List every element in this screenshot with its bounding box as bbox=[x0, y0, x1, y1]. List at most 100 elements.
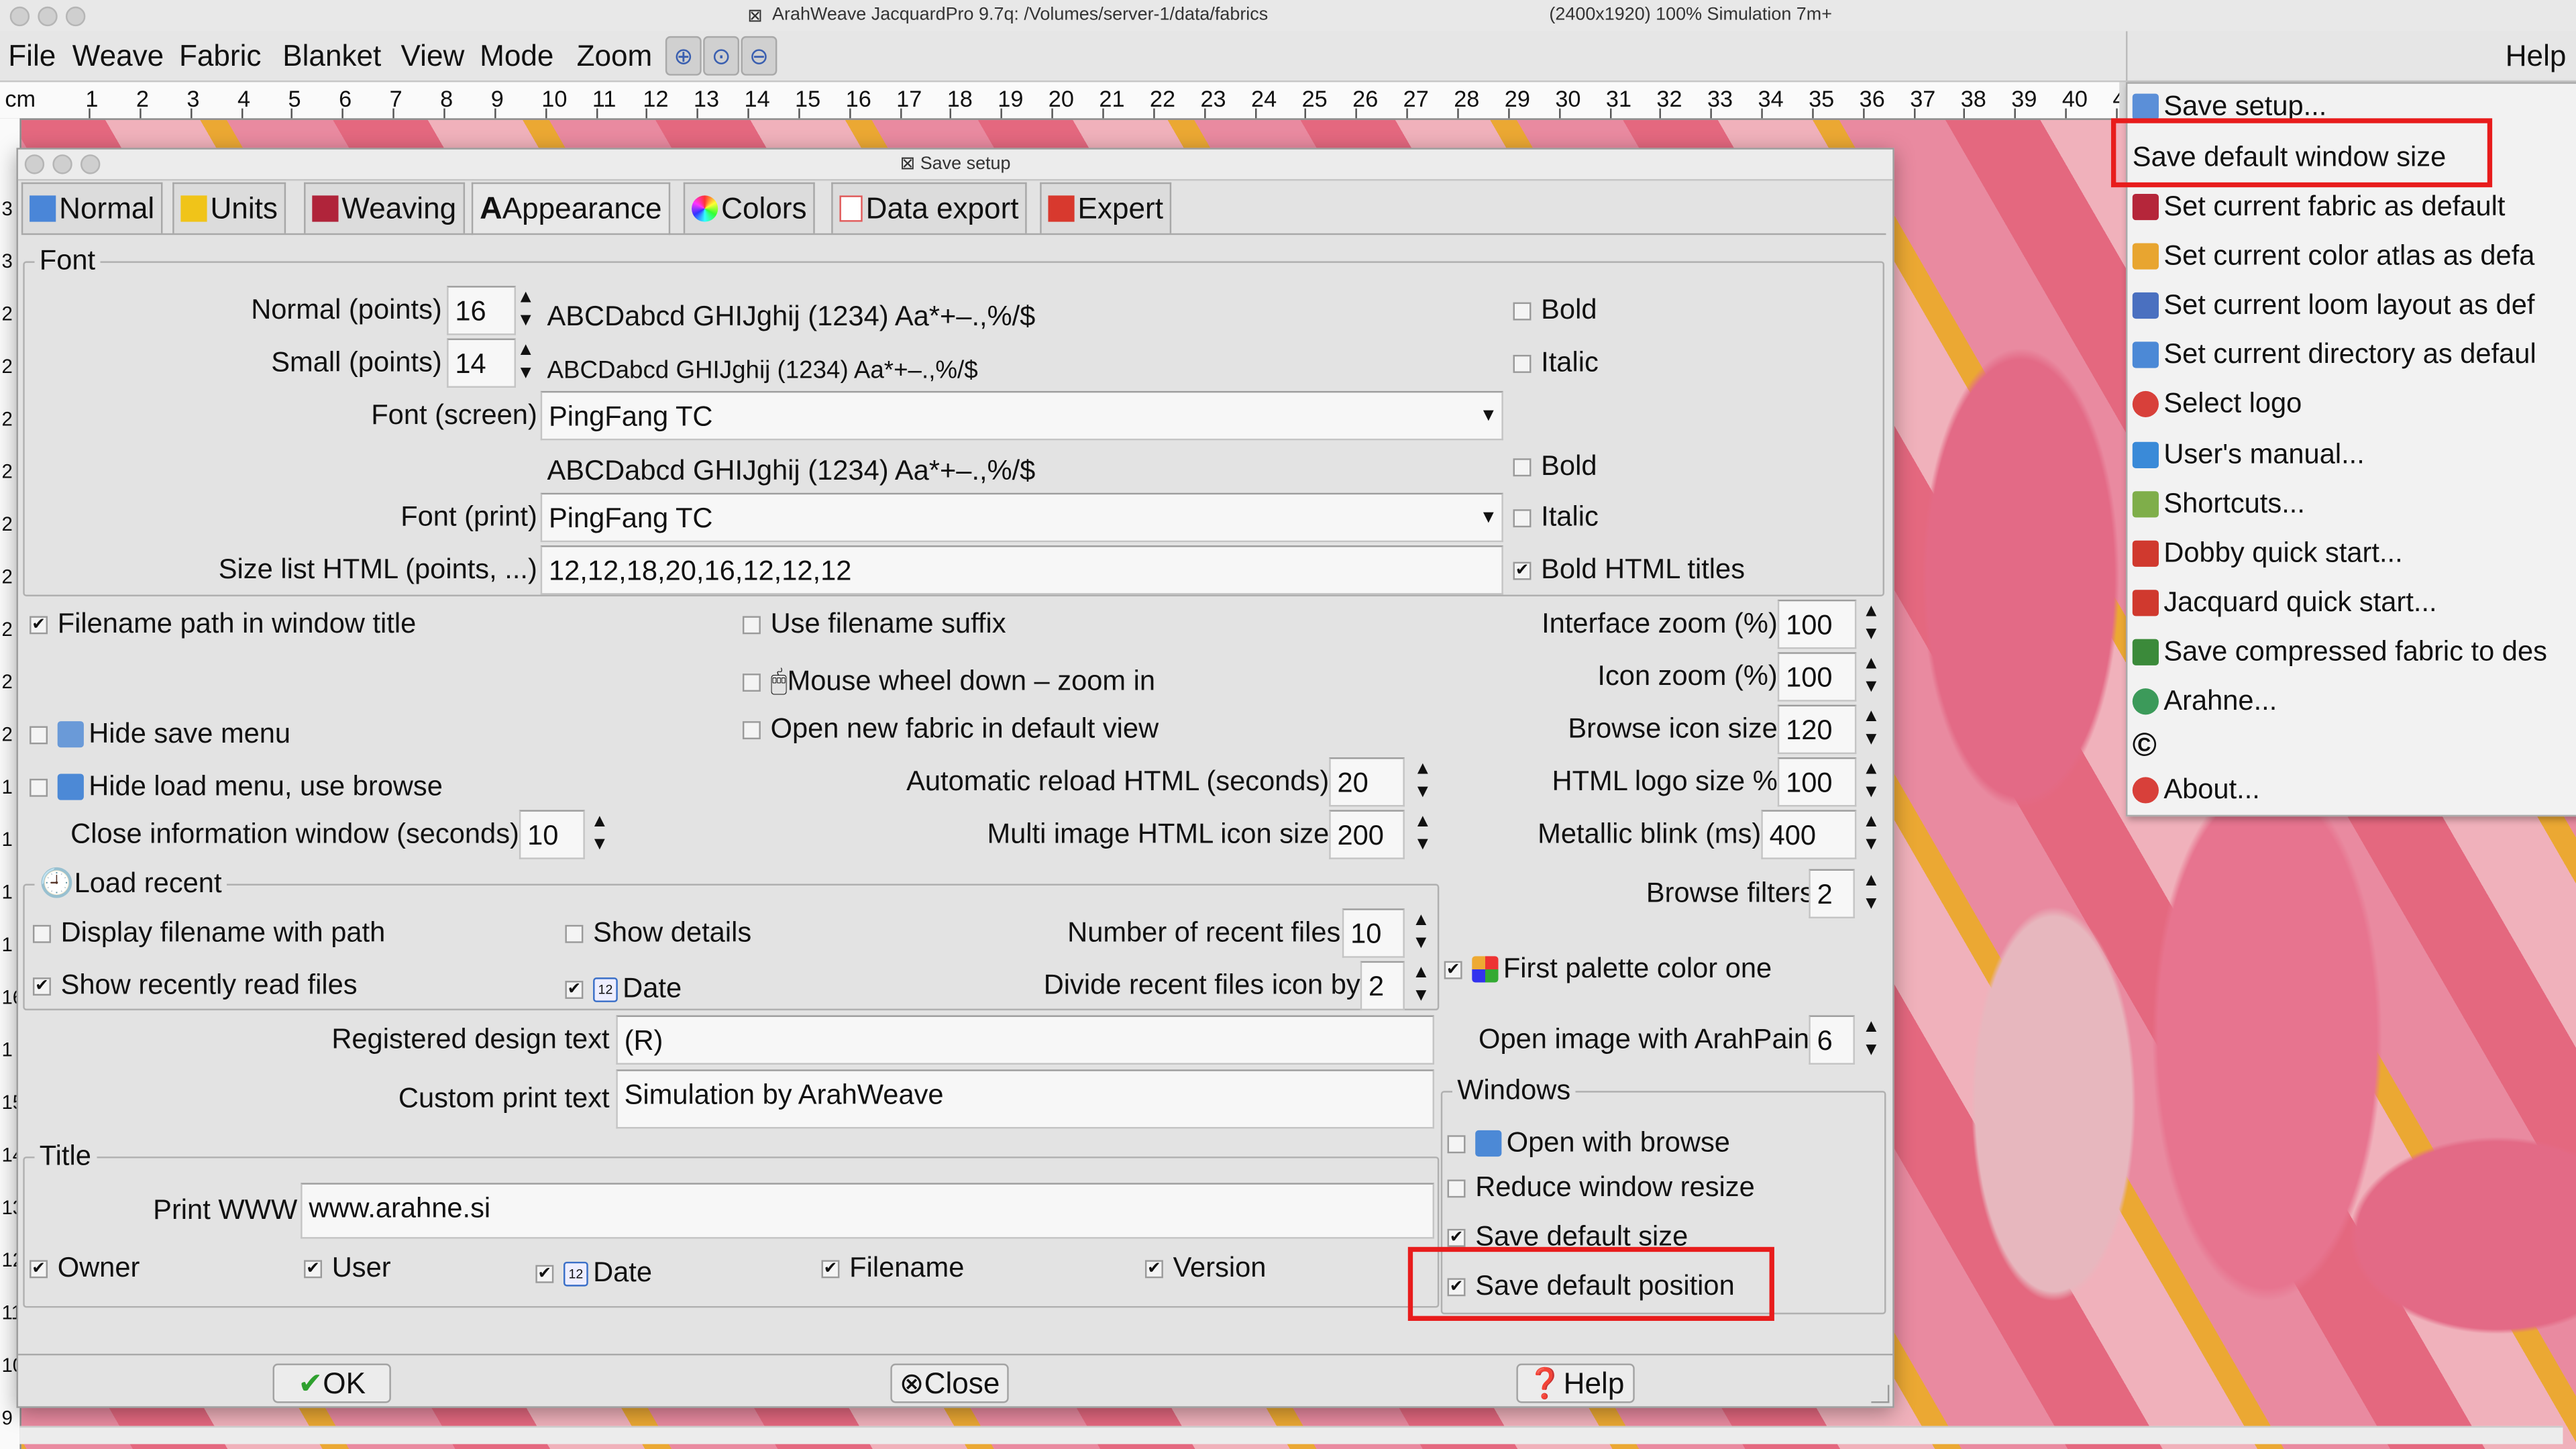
bold-checkbox-2[interactable]: Bold bbox=[1513, 450, 1597, 483]
menu-item-jacquard-quick-start[interactable]: Jacquard quick start... bbox=[2132, 580, 2437, 626]
hide-load-menu-checkbox[interactable]: Hide load menu, use browse bbox=[30, 771, 443, 804]
menu-zoom[interactable]: Zoom bbox=[577, 40, 653, 74]
window-zoom-dot[interactable] bbox=[65, 6, 86, 27]
close-info-input[interactable]: 10 bbox=[519, 810, 585, 859]
browse-filters-input[interactable]: 2 bbox=[1809, 869, 1855, 918]
menu-item-save-compressed-fabric[interactable]: Save compressed fabric to des bbox=[2132, 629, 2547, 676]
filename-path-checkbox[interactable]: ✔ Filename path in window title bbox=[30, 608, 416, 641]
close-info-stepper[interactable]: ▲ ▼ bbox=[588, 810, 611, 859]
filename-checkbox[interactable]: ✔ Filename bbox=[821, 1252, 964, 1285]
size-list-input[interactable]: 12,12,18,20,16,12,12,12 bbox=[540, 545, 1503, 595]
bold-html-titles-checkbox[interactable]: ✔ Bold HTML titles bbox=[1513, 553, 1745, 586]
menu-view[interactable]: View bbox=[401, 40, 465, 74]
tab-data-export[interactable]: Data export bbox=[831, 182, 1027, 233]
normal-points-stepper[interactable]: ▲ ▼ bbox=[515, 286, 537, 335]
small-points-stepper[interactable]: ▲ ▼ bbox=[515, 338, 537, 387]
display-path-checkbox[interactable]: Display filename with path bbox=[32, 917, 385, 950]
italic-checkbox-2[interactable]: Italic bbox=[1513, 501, 1599, 534]
open-arahpaint-stepper[interactable]: ▲ ▼ bbox=[1860, 1015, 1882, 1064]
menu-item-set-fabric-default[interactable]: Set current fabric as default bbox=[2132, 184, 2505, 230]
registered-design-input[interactable]: (R) bbox=[616, 1015, 1434, 1065]
menu-mode[interactable]: Mode bbox=[480, 40, 553, 74]
auto-reload-stepper[interactable]: ▲ ▼ bbox=[1411, 757, 1434, 806]
zoom-reset-icon[interactable]: ⊙ bbox=[703, 36, 740, 76]
version-checkbox[interactable]: ✔ Version bbox=[1144, 1252, 1266, 1285]
reduce-resize-checkbox[interactable]: Reduce window resize bbox=[1447, 1171, 1755, 1204]
resize-grip-icon[interactable] bbox=[1871, 1385, 1890, 1403]
divide-icon-input[interactable]: 2 bbox=[1360, 961, 1405, 1011]
html-logo-size-input[interactable]: 100 bbox=[1777, 757, 1857, 807]
use-suffix-checkbox[interactable]: Use filename suffix bbox=[742, 608, 1006, 641]
title-date-checkbox[interactable]: ✔ 12 Date bbox=[535, 1256, 652, 1289]
open-with-browse-checkbox[interactable]: Open with browse bbox=[1447, 1127, 1730, 1160]
recent-count-input[interactable]: 10 bbox=[1342, 908, 1405, 958]
browse-icon-size-stepper[interactable]: ▲ ▼ bbox=[1860, 705, 1882, 754]
menu-item-users-manual[interactable]: User's manual... bbox=[2132, 432, 2365, 478]
tab-expert[interactable]: Expert bbox=[1040, 182, 1172, 233]
first-palette-checkbox[interactable]: ✔ First palette color one bbox=[1444, 953, 1772, 985]
menu-item-arahne[interactable]: Arahne... bbox=[2132, 678, 2277, 724]
recent-date-checkbox[interactable]: ✔ 12 Date bbox=[565, 973, 682, 1006]
print-www-input[interactable]: www.arahne.si bbox=[301, 1183, 1434, 1239]
ok-button[interactable]: ✔OK bbox=[272, 1363, 391, 1403]
open-arahpaint-input[interactable]: 6 bbox=[1809, 1015, 1855, 1065]
horizontal-scrollbar[interactable] bbox=[19, 1426, 2563, 1444]
show-details-checkbox[interactable]: Show details bbox=[565, 917, 751, 950]
window-minimize-dot[interactable] bbox=[38, 6, 58, 27]
user-checkbox[interactable]: ✔ User bbox=[304, 1252, 391, 1285]
owner-checkbox[interactable]: ✔ Owner bbox=[30, 1252, 140, 1285]
tab-colors[interactable]: Colors bbox=[683, 182, 815, 233]
menu-item-set-color-atlas-default[interactable]: Set current color atlas as defa bbox=[2132, 233, 2534, 280]
font-print-select[interactable]: PingFang TC ▼ bbox=[540, 492, 1503, 543]
menu-fabric[interactable]: Fabric bbox=[179, 40, 261, 74]
interface-zoom-stepper[interactable]: ▲ ▼ bbox=[1860, 600, 1882, 649]
metallic-blink-input[interactable]: 400 bbox=[1761, 810, 1857, 859]
menu-item-set-loom-layout-default[interactable]: Set current loom layout as def bbox=[2132, 282, 2534, 329]
open-new-default-checkbox[interactable]: Open new fabric in default view bbox=[742, 713, 1159, 746]
recent-count-stepper[interactable]: ▲ ▼ bbox=[1409, 908, 1432, 957]
menu-item-shortcuts[interactable]: Shortcuts... bbox=[2132, 482, 2305, 528]
menu-item-copyright[interactable]: © bbox=[2133, 723, 2157, 769]
menu-blanket[interactable]: Blanket bbox=[282, 40, 381, 74]
tab-weaving[interactable]: Weaving bbox=[304, 182, 465, 233]
normal-points-input[interactable]: 16 bbox=[447, 286, 516, 335]
menu-item-about[interactable]: About... bbox=[2132, 767, 2260, 814]
html-logo-size-label: HTML logo size % bbox=[1552, 765, 1778, 797]
multi-icon-input[interactable]: 200 bbox=[1329, 810, 1405, 859]
close-button[interactable]: ⊗Close bbox=[890, 1363, 1009, 1403]
browse-icon-size-input[interactable]: 120 bbox=[1777, 704, 1857, 755]
menu-help[interactable]: Help bbox=[2506, 40, 2567, 74]
icon-zoom-stepper[interactable]: ▲ ▼ bbox=[1860, 652, 1882, 701]
menu-item-dobby-quick-start[interactable]: Dobby quick start... bbox=[2132, 531, 2403, 577]
font-screen-select[interactable]: PingFang TC ▼ bbox=[540, 390, 1503, 441]
zoom-in-icon[interactable]: ⊕ bbox=[665, 36, 702, 76]
browse-filters-stepper[interactable]: ▲ ▼ bbox=[1860, 869, 1882, 918]
menu-weave[interactable]: Weave bbox=[72, 40, 164, 74]
bold-checkbox-1[interactable]: Bold bbox=[1513, 294, 1597, 327]
multi-icon-stepper[interactable]: ▲ ▼ bbox=[1411, 810, 1434, 859]
html-logo-size-stepper[interactable]: ▲ ▼ bbox=[1860, 757, 1882, 806]
menu-file[interactable]: File bbox=[8, 40, 56, 74]
window-close-dot[interactable] bbox=[9, 6, 30, 27]
tab-appearance[interactable]: AAppearance bbox=[471, 182, 670, 235]
interface-zoom-input[interactable]: 100 bbox=[1777, 599, 1857, 649]
italic-checkbox-1[interactable]: Italic bbox=[1513, 347, 1599, 380]
dialog-zoom-dot[interactable] bbox=[80, 154, 101, 174]
menu-item-set-directory-default[interactable]: Set current directory as defaul bbox=[2132, 332, 2536, 378]
hide-save-menu-checkbox[interactable]: Hide save menu bbox=[30, 718, 290, 751]
dialog-minimize-dot[interactable] bbox=[52, 154, 72, 174]
metallic-blink-stepper[interactable]: ▲ ▼ bbox=[1860, 810, 1882, 859]
auto-reload-input[interactable]: 20 bbox=[1329, 757, 1405, 807]
tab-normal[interactable]: Normal bbox=[21, 182, 163, 233]
show-recent-checkbox[interactable]: ✔ Show recently read files bbox=[32, 969, 358, 1002]
small-points-input[interactable]: 14 bbox=[447, 338, 516, 388]
mouse-wheel-checkbox[interactable]: 🖱 Mouse wheel down – zoom in bbox=[742, 665, 1155, 698]
menu-item-select-logo[interactable]: Select logo bbox=[2132, 381, 2302, 427]
tab-units[interactable]: Units bbox=[172, 182, 286, 233]
divide-icon-stepper[interactable]: ▲ ▼ bbox=[1409, 961, 1432, 1010]
help-button[interactable]: ❓Help bbox=[1516, 1363, 1635, 1403]
icon-zoom-input[interactable]: 100 bbox=[1777, 652, 1857, 702]
dialog-close-dot[interactable] bbox=[24, 154, 45, 174]
zoom-out-icon[interactable]: ⊖ bbox=[741, 36, 777, 76]
custom-print-input[interactable]: Simulation by ArahWeave bbox=[616, 1069, 1434, 1129]
